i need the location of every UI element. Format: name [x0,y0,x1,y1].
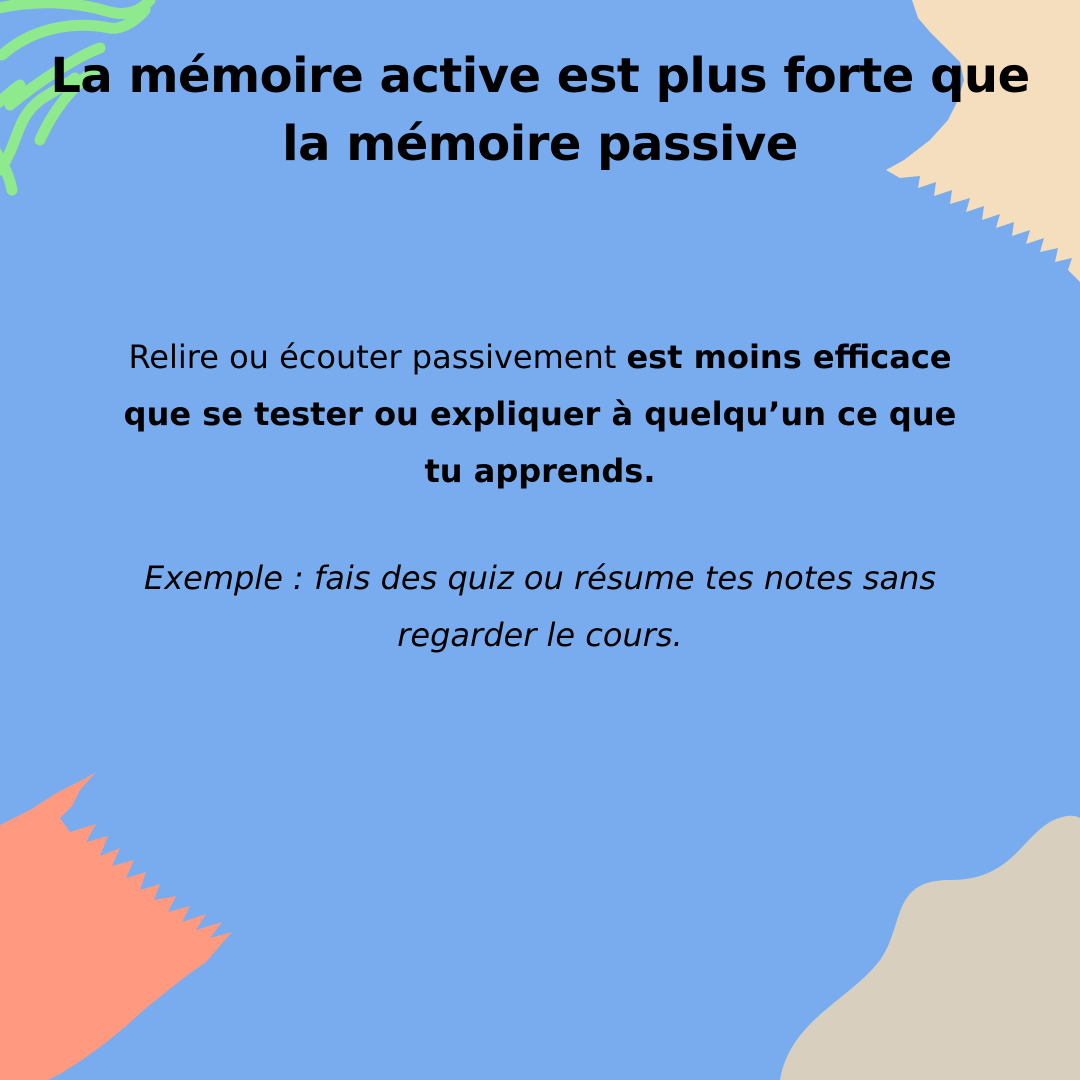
page-title: La mémoire active est plus forte que la … [0,42,1080,178]
slide-canvas: La mémoire active est plus forte que la … [0,0,1080,1080]
body-paragraph: Relire ou écouter passivement est moins … [100,329,980,500]
body-normal-text: Relire ou écouter passivement [128,338,627,376]
example-paragraph: Exemple : fais des quiz ou résume tes no… [143,559,937,654]
title-line-1: La mémoire active est plus forte que [50,48,1030,104]
title-line-2: la mémoire passive [282,116,798,172]
